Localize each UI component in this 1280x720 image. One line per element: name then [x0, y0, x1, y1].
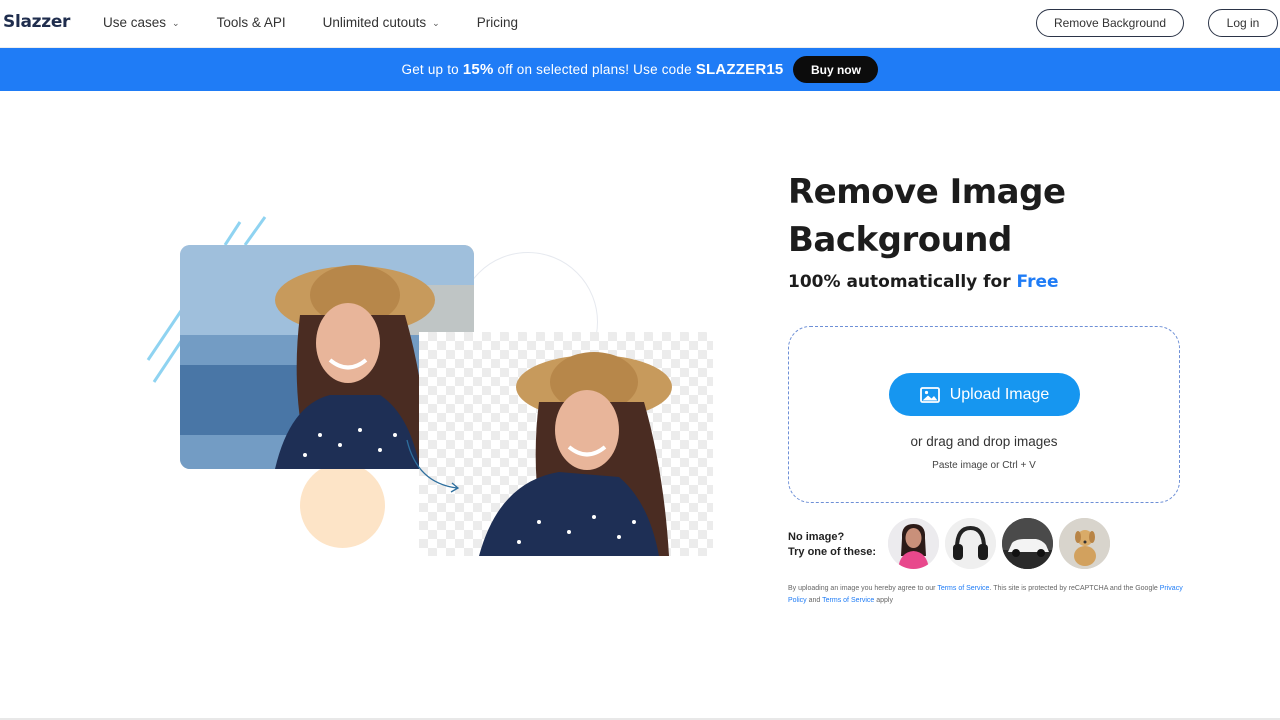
sample-car-thumbnail[interactable] — [1002, 518, 1053, 569]
dog-thumbnail-image — [1059, 518, 1110, 569]
hero-illustration — [140, 210, 730, 570]
promo-code: SLAZZER15 — [695, 61, 784, 78]
promo-discount: 15% — [462, 61, 494, 78]
nav-use-cases[interactable]: Use cases ⌄ — [103, 15, 180, 30]
sample-prompt-line1: No image? — [788, 531, 845, 543]
remove-background-button[interactable]: Remove Background — [1036, 9, 1184, 37]
nav-use-cases-label: Use cases — [103, 15, 167, 30]
decorative-peach-circle — [300, 463, 385, 548]
nav-tools-api-label: Tools & API — [216, 15, 286, 30]
subtitle-free: Free — [1016, 272, 1059, 292]
terms-of-service-link[interactable]: Terms of Service — [937, 585, 989, 592]
sample-prompt: No image? Try one of these: — [788, 530, 876, 560]
buy-now-button[interactable]: Buy now — [793, 56, 879, 83]
car-thumbnail-image — [1002, 518, 1053, 569]
terms-of-service-link-2[interactable]: Terms of Service — [822, 597, 874, 604]
sample-headphones-thumbnail[interactable] — [945, 518, 996, 569]
promo-text-middle: off on selected plans! Use code — [497, 62, 692, 77]
sample-woman-thumbnail[interactable] — [888, 518, 939, 569]
main-nav: Use cases ⌄ Tools & API Unlimited cutout… — [103, 15, 518, 30]
woman-cutout-image — [479, 352, 672, 556]
promo-text: Get up to 15% off on selected plans! Use… — [402, 61, 784, 78]
nav-tools-api[interactable]: Tools & API — [217, 15, 286, 30]
sample-prompt-line2: Try one of these: — [788, 546, 877, 558]
sample-images — [888, 518, 1110, 569]
arrow-icon — [406, 439, 460, 493]
promo-banner: Get up to 15% off on selected plans! Use… — [0, 48, 1280, 91]
terms-text-2: . This site is protected by reCAPTCHA an… — [989, 585, 1158, 592]
upload-dropzone[interactable]: Upload Image or drag and drop images Pas… — [788, 326, 1180, 503]
terms-text-3: and — [808, 597, 821, 604]
woman-thumbnail-image — [888, 518, 939, 569]
headphones-thumbnail-image — [945, 518, 996, 569]
drag-drop-text: or drag and drop images — [910, 434, 1058, 449]
sample-dog-thumbnail[interactable] — [1059, 518, 1110, 569]
subtitle-prefix: 100% automatically for — [788, 272, 1011, 292]
terms-text-1: By uploading an image you hereby agree t… — [788, 585, 936, 592]
terms-text-4: apply — [876, 597, 893, 604]
nav-unlimited-cutouts[interactable]: Unlimited cutouts ⌄ — [323, 15, 440, 30]
paste-hint-text: Paste image or Ctrl + V — [932, 460, 1036, 471]
page-subtitle: 100% automatically for Free — [788, 272, 1059, 292]
chevron-down-icon: ⌄ — [432, 18, 440, 28]
promo-text-before: Get up to — [401, 62, 459, 77]
cutout-photo — [419, 332, 713, 556]
page-title: Remove Image Background — [788, 172, 1066, 260]
upload-image-label: Upload Image — [949, 385, 1050, 403]
terms-notice: By uploading an image you hereby agree t… — [788, 583, 1188, 607]
top-navbar: Slazzer Use cases ⌄ Tools & API Unlimite… — [0, 0, 1280, 48]
nav-unlimited-cutouts-label: Unlimited cutouts — [322, 15, 427, 30]
image-icon — [919, 386, 940, 403]
nav-pricing[interactable]: Pricing — [477, 15, 518, 30]
login-button[interactable]: Log in — [1208, 9, 1278, 37]
chevron-down-icon: ⌄ — [172, 18, 180, 28]
logo[interactable]: Slazzer — [3, 12, 70, 32]
nav-pricing-label: Pricing — [476, 15, 518, 30]
upload-image-button[interactable]: Upload Image — [889, 373, 1080, 416]
